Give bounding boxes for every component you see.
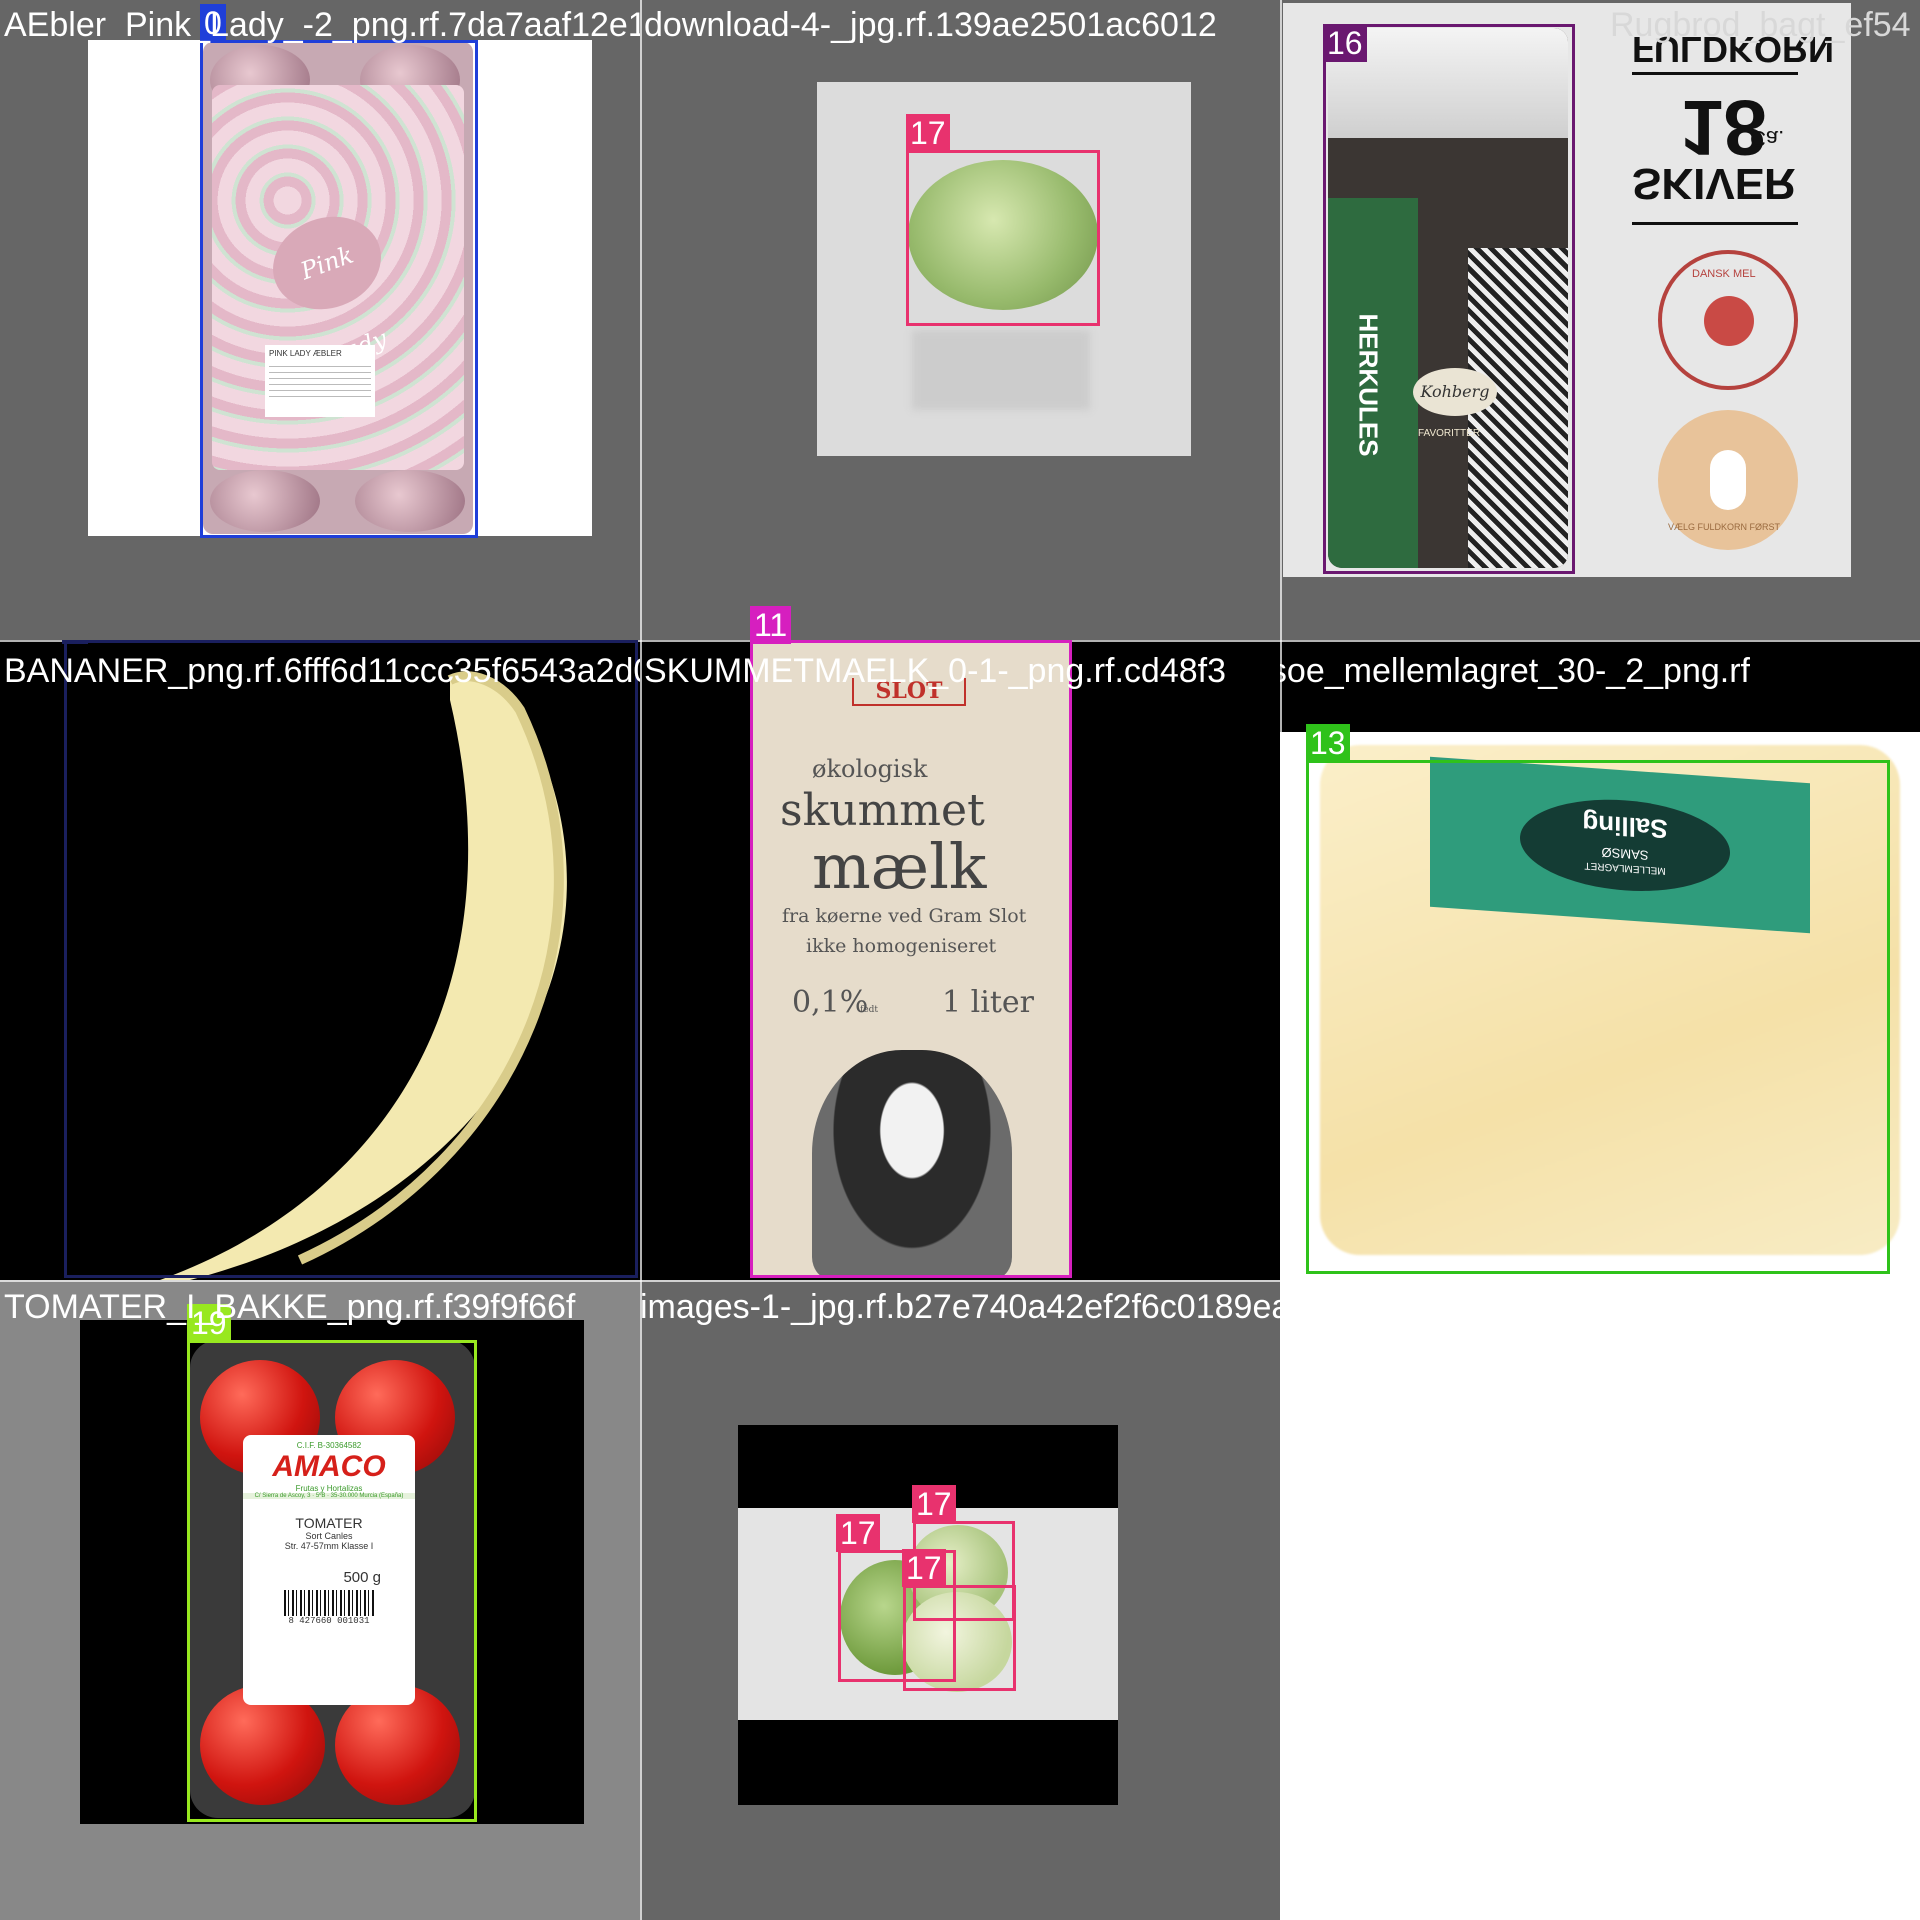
bounding-box[interactable]: [750, 640, 1072, 1278]
dansk-mel-badge: DANSK MEL: [1658, 250, 1798, 390]
badge-text: DANSK MEL: [1692, 268, 1756, 280]
bread-panel-title: FULDKORN: [1632, 29, 1834, 70]
bounding-box[interactable]: [64, 640, 638, 1278]
class-label: 13: [1306, 724, 1350, 762]
bounding-box[interactable]: [200, 40, 478, 538]
image-tile-banana: BANANER_png.rf.6fff6d11ccc35f6543a2d00 4: [0, 640, 640, 1280]
image-tile-empty: [1280, 1280, 1920, 1920]
fuldkorn-badge: VÆLG FULDKORN FØRST: [1658, 410, 1798, 550]
class-label: 17: [906, 114, 950, 152]
class-label: 0: [200, 4, 226, 42]
divider: [1632, 72, 1798, 75]
image-tile-lettuce: download-4-_jpg.rf.139ae2501ac6012 17: [640, 0, 1280, 640]
bounding-box[interactable]: [906, 150, 1100, 326]
divider: [1632, 222, 1798, 225]
image-filename: images-1-_jpg.rf.b27e740a42ef2f6c0189ea9: [640, 1288, 1280, 1326]
image-tile-tomatoes: C.I.F. B-30364582 AMACO Frutas y Hortali…: [0, 1280, 640, 1920]
class-label: 17: [902, 1549, 946, 1587]
lettuce-shadow: [912, 330, 1090, 410]
bounding-box[interactable]: [903, 1585, 1016, 1691]
bounding-box[interactable]: [187, 1340, 477, 1822]
image-tile-pinklady: Pink Lady PINK LADY ÆBLER AEbler_Pink_La…: [0, 0, 640, 640]
class-label: 11: [750, 606, 792, 644]
image-tile-milk: SLOT økologisk skummet mælk fra køerne v…: [640, 606, 1280, 1280]
class-label: 17: [836, 1514, 880, 1552]
bread-slice-word: SKIVER: [1632, 159, 1796, 208]
image-tile-rye-bread: HERKULES Kohberg FAVORITTER FULDKORN 18 …: [1280, 0, 1920, 640]
class-label: 4: [62, 640, 88, 644]
class-label: 16: [1323, 24, 1367, 62]
bread-ca: Ca.: [1750, 126, 1785, 151]
bounding-box[interactable]: [1323, 24, 1575, 574]
image-filename: download-4-_jpg.rf.139ae2501ac6012: [644, 6, 1217, 44]
image-tile-cheese: Salling SAMSØ MELLEMLAGRET Samsoe_mellem…: [1280, 640, 1920, 1280]
flag-icon: [1704, 296, 1754, 346]
grid-divider: [640, 0, 642, 1920]
grid-divider: [0, 1280, 1920, 1282]
bounding-box[interactable]: [1306, 760, 1890, 1274]
person-icon: [1710, 450, 1746, 510]
image-tile-lettuces: images-1-_jpg.rf.b27e740a42ef2f6c0189ea9…: [640, 1280, 1280, 1920]
grid-divider: [1280, 0, 1282, 1920]
class-label: 17: [912, 1485, 956, 1523]
class-label: 19: [187, 1304, 231, 1342]
image-filename: Samsoe_mellemlagret_30-_2_png.rf: [1280, 652, 1750, 690]
badge-text: VÆLG FULDKORN FØRST: [1668, 522, 1781, 532]
